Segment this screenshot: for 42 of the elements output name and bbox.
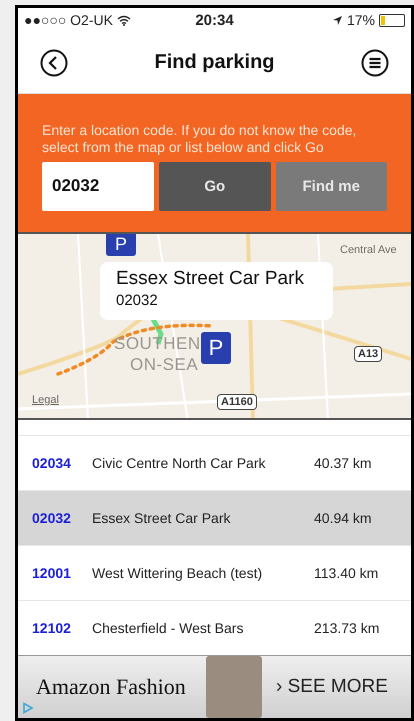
status-time: 20:34 [195, 12, 234, 29]
car-park-name: West Wittering Beach (test) [92, 564, 264, 581]
map-label: A1160 [217, 394, 257, 410]
car-park-name: Essex Street Car Park [92, 510, 232, 526]
map-label: Central Ave [340, 244, 397, 256]
car-park-distance: 40.37 km [314, 454, 373, 471]
car-park-distance: 213.73 km [314, 620, 380, 636]
car-park-name: Chesterfield - West Bars [92, 620, 244, 636]
parking-marker[interactable]: P [201, 332, 231, 364]
map-label: SOUTHEN [114, 334, 201, 354]
code-input-field[interactable]: 02032 [42, 162, 154, 211]
battery-icon [379, 14, 405, 27]
car-park-name: Civic Centre North Car Park [92, 454, 266, 471]
car-park-code: 02034 [31, 454, 72, 471]
car-park-distance: 113.40 km [314, 564, 380, 581]
car-park-code: 12102 [31, 620, 72, 636]
photo-placeholder [206, 656, 262, 718]
map[interactable]: P Central Ave Essex Street Car Park 02032 SOUTHEN P ON-SEA A13 Legal A1160 [18, 232, 411, 420]
car-park-distance: 40.94 km [314, 510, 373, 526]
carrier-name: ●●○○○ O2-UK [24, 12, 113, 28]
car-park-row[interactable]: 12001 West Wittering Beach (test) 113.40 km [18, 544, 411, 600]
callout-code: 02032 [116, 292, 158, 309]
parking-marker[interactable]: P [106, 234, 136, 256]
instructions-text: Enter a location code. If you do not know the code, select from the map or list below and click Go [42, 122, 358, 156]
map-label: A13 [354, 346, 382, 362]
wifi-icon [116, 14, 131, 26]
go-button[interactable]: Go [159, 162, 270, 211]
car-park-row[interactable]: 02032 Essex Street Car Park 40.94 km [18, 490, 411, 545]
find-me-button[interactable]: Find me [276, 162, 387, 211]
car-park-code: 02032 [31, 510, 72, 526]
page-title: Find parking [154, 51, 274, 74]
battery-percent: 17% [346, 12, 375, 28]
car-park-code: 12001 [31, 564, 72, 581]
map-label: Legal [32, 394, 59, 406]
callout-title: Essex Street Car Park [116, 268, 304, 290]
back-icon[interactable] [40, 48, 68, 77]
map-label: ON-SEA [130, 354, 198, 375]
location-arrow-icon [332, 14, 343, 26]
ad-brand-text: Amazon Fashion [36, 674, 187, 700]
ad-banner[interactable]: Amazon Fashion › SEE MORE [18, 654, 411, 718]
menu-icon[interactable] [361, 48, 389, 77]
ad-cta-text: › SEE MORE [276, 676, 388, 698]
